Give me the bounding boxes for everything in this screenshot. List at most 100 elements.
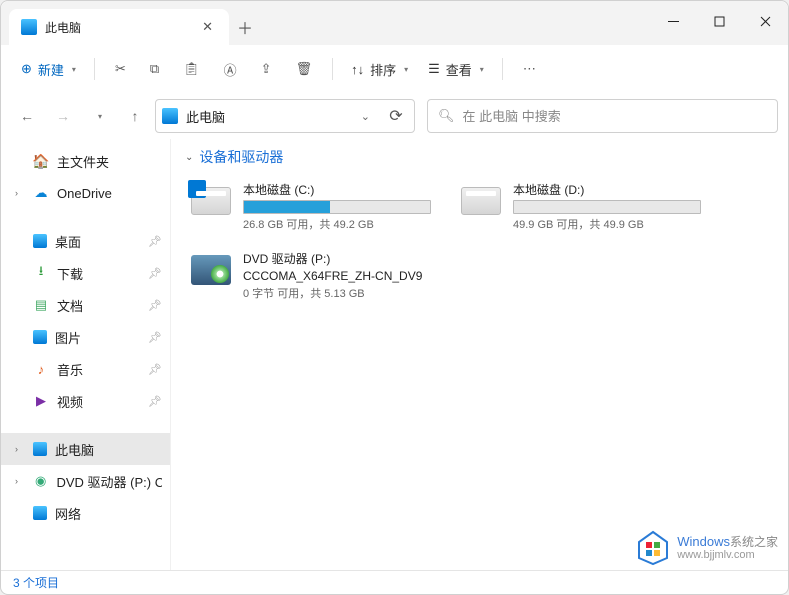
sidebar-item-label: OneDrive [57, 186, 112, 201]
paste-icon: 📋︎ [183, 61, 200, 77]
expand-icon[interactable]: › [15, 476, 25, 486]
sidebar-item-label: 桌面 [55, 232, 81, 251]
refresh-button[interactable]: ⟳ [384, 104, 408, 128]
pin-icon: 📌︎ [148, 363, 162, 376]
search-icon: 🔍︎ [438, 108, 455, 124]
sidebar-item-documents[interactable]: ▤ 文档 📌︎ [1, 289, 170, 321]
expand-icon[interactable]: › [15, 444, 25, 454]
drive-info: 本地磁盘 (C:) 26.8 GB 可用，共 49.2 GB [243, 181, 431, 232]
drive-usage-fill [244, 201, 330, 213]
watermark-line1: Windows系统之家 [677, 535, 778, 549]
drive-stat: 26.8 GB 可用，共 49.2 GB [243, 216, 431, 232]
navigation-pane: 🏠 主文件夹 › ☁ OneDrive 桌面 📌︎ ⭳ 下载 📌︎ [1, 139, 171, 570]
sidebar-item-label: 网络 [55, 504, 81, 523]
sidebar-item-desktop[interactable]: 桌面 📌︎ [1, 225, 170, 257]
desktop-icon [33, 234, 47, 248]
cut-button[interactable]: ✂ [105, 53, 136, 85]
more-button[interactable]: ⋯ [513, 53, 546, 85]
drive-info: DVD 驱动器 (P:) CCCOMA_X64FRE_ZH-CN_DV9 0 字… [243, 250, 431, 301]
sidebar-item-dvd[interactable]: › ◉ DVD 驱动器 (P:) C [1, 465, 170, 497]
drive-stat: 0 字节 可用，共 5.13 GB [243, 285, 431, 301]
divider [94, 58, 95, 80]
home-icon: 🏠 [33, 153, 49, 169]
watermark-text: Windows系统之家 www.bjjmlv.com [677, 535, 778, 561]
new-label: 新建 [38, 60, 64, 79]
watermark-line2: www.bjjmlv.com [677, 549, 778, 561]
network-icon [33, 506, 47, 520]
watermark: Windows系统之家 www.bjjmlv.com [635, 530, 778, 566]
divider [502, 58, 503, 80]
sort-button[interactable]: ↑↓ 排序 ▾ [343, 53, 416, 85]
divider [332, 58, 333, 80]
spacer [1, 417, 170, 433]
address-text: 此电脑 [186, 107, 347, 126]
sidebar-item-thispc[interactable]: › 此电脑 [1, 433, 170, 465]
view-label: 查看 [446, 60, 472, 79]
more-icon: ⋯ [523, 61, 536, 77]
back-button[interactable]: ← [11, 100, 43, 132]
new-tab-button[interactable]: ＋ [229, 9, 261, 45]
disk-icon [189, 181, 233, 221]
pin-icon: 📌︎ [148, 267, 162, 280]
drive-c[interactable]: 本地磁盘 (C:) 26.8 GB 可用，共 49.2 GB [185, 177, 435, 236]
chevron-down-icon: ▾ [72, 65, 76, 74]
up-button[interactable]: ↑ [119, 100, 151, 132]
paste-button[interactable]: 📋︎ [173, 53, 210, 85]
sidebar-item-home[interactable]: 🏠 主文件夹 [1, 145, 170, 177]
forward-button[interactable]: → [47, 100, 79, 132]
view-icon: ☰ [428, 61, 440, 77]
close-tab-button[interactable]: ✕ [198, 17, 217, 37]
expand-icon[interactable]: › [15, 188, 25, 198]
sidebar-item-onedrive[interactable]: › ☁ OneDrive [1, 177, 170, 209]
sidebar-item-network[interactable]: 网络 [1, 497, 170, 529]
pin-icon: 📌︎ [148, 331, 162, 344]
watermark-logo [635, 530, 671, 566]
address-dropdown[interactable]: ⌄ [355, 110, 376, 123]
sidebar-item-label: 音乐 [57, 360, 83, 379]
spacer [1, 209, 170, 225]
disk-icon [459, 181, 503, 221]
sidebar-item-label: DVD 驱动器 (P:) C [56, 472, 162, 491]
sidebar-item-label: 下载 [57, 264, 83, 283]
search-box[interactable]: 🔍︎ [427, 99, 778, 133]
thispc-icon [21, 19, 37, 35]
view-button[interactable]: ☰ 查看 ▾ [420, 53, 492, 85]
drive-name: 本地磁盘 (D:) [513, 181, 701, 198]
drive-d[interactable]: 本地磁盘 (D:) 49.9 GB 可用，共 49.9 GB [455, 177, 705, 236]
videos-icon: ▶ [33, 393, 49, 409]
titlebar: 此电脑 ✕ ＋ [1, 1, 788, 45]
explorer-window: 此电脑 ✕ ＋ ⊕ 新建 ▾ ✂ ⧉ 📋︎ Ⓐ ⇪ 🗑︎ ↑↓ 排序 ▾ ☰ [0, 0, 789, 595]
delete-icon: 🗑︎ [296, 61, 313, 77]
new-icon: ⊕ [21, 61, 32, 77]
documents-icon: ▤ [33, 297, 49, 313]
recent-dropdown[interactable]: ▾ [83, 100, 115, 132]
share-button[interactable]: ⇪ [251, 53, 282, 85]
address-bar[interactable]: 此电脑 ⌄ ⟳ [155, 99, 415, 133]
chevron-down-icon: ▾ [480, 65, 484, 74]
sidebar-item-label: 图片 [55, 328, 81, 347]
sidebar-item-pictures[interactable]: 图片 📌︎ [1, 321, 170, 353]
close-window-button[interactable] [742, 1, 788, 41]
sort-label: 排序 [370, 60, 396, 79]
sidebar-item-music[interactable]: ♪ 音乐 📌︎ [1, 353, 170, 385]
drive-info: 本地磁盘 (D:) 49.9 GB 可用，共 49.9 GB [513, 181, 701, 232]
drive-volume-label: CCCOMA_X64FRE_ZH-CN_DV9 [243, 269, 431, 283]
copy-button[interactable]: ⧉ [140, 53, 169, 85]
pin-icon: 📌︎ [148, 395, 162, 408]
sidebar-item-videos[interactable]: ▶ 视频 📌︎ [1, 385, 170, 417]
tab-thispc[interactable]: 此电脑 ✕ [9, 9, 229, 45]
rename-button[interactable]: Ⓐ [214, 53, 247, 85]
status-item-count: 3 个项目 [13, 574, 59, 591]
maximize-button[interactable] [696, 1, 742, 41]
search-input[interactable] [463, 109, 767, 124]
chevron-down-icon: ▾ [404, 65, 408, 74]
delete-button[interactable]: 🗑︎ [286, 53, 323, 85]
group-devices-header[interactable]: ⌄ 设备和驱动器 [185, 147, 774, 167]
minimize-button[interactable] [650, 1, 696, 41]
pin-icon: 📌︎ [148, 235, 162, 248]
drive-p-dvd[interactable]: DVD 驱动器 (P:) CCCOMA_X64FRE_ZH-CN_DV9 0 字… [185, 246, 435, 305]
cut-icon: ✂ [115, 61, 126, 77]
window-controls [650, 1, 788, 41]
new-button[interactable]: ⊕ 新建 ▾ [13, 53, 84, 85]
sidebar-item-downloads[interactable]: ⭳ 下载 📌︎ [1, 257, 170, 289]
